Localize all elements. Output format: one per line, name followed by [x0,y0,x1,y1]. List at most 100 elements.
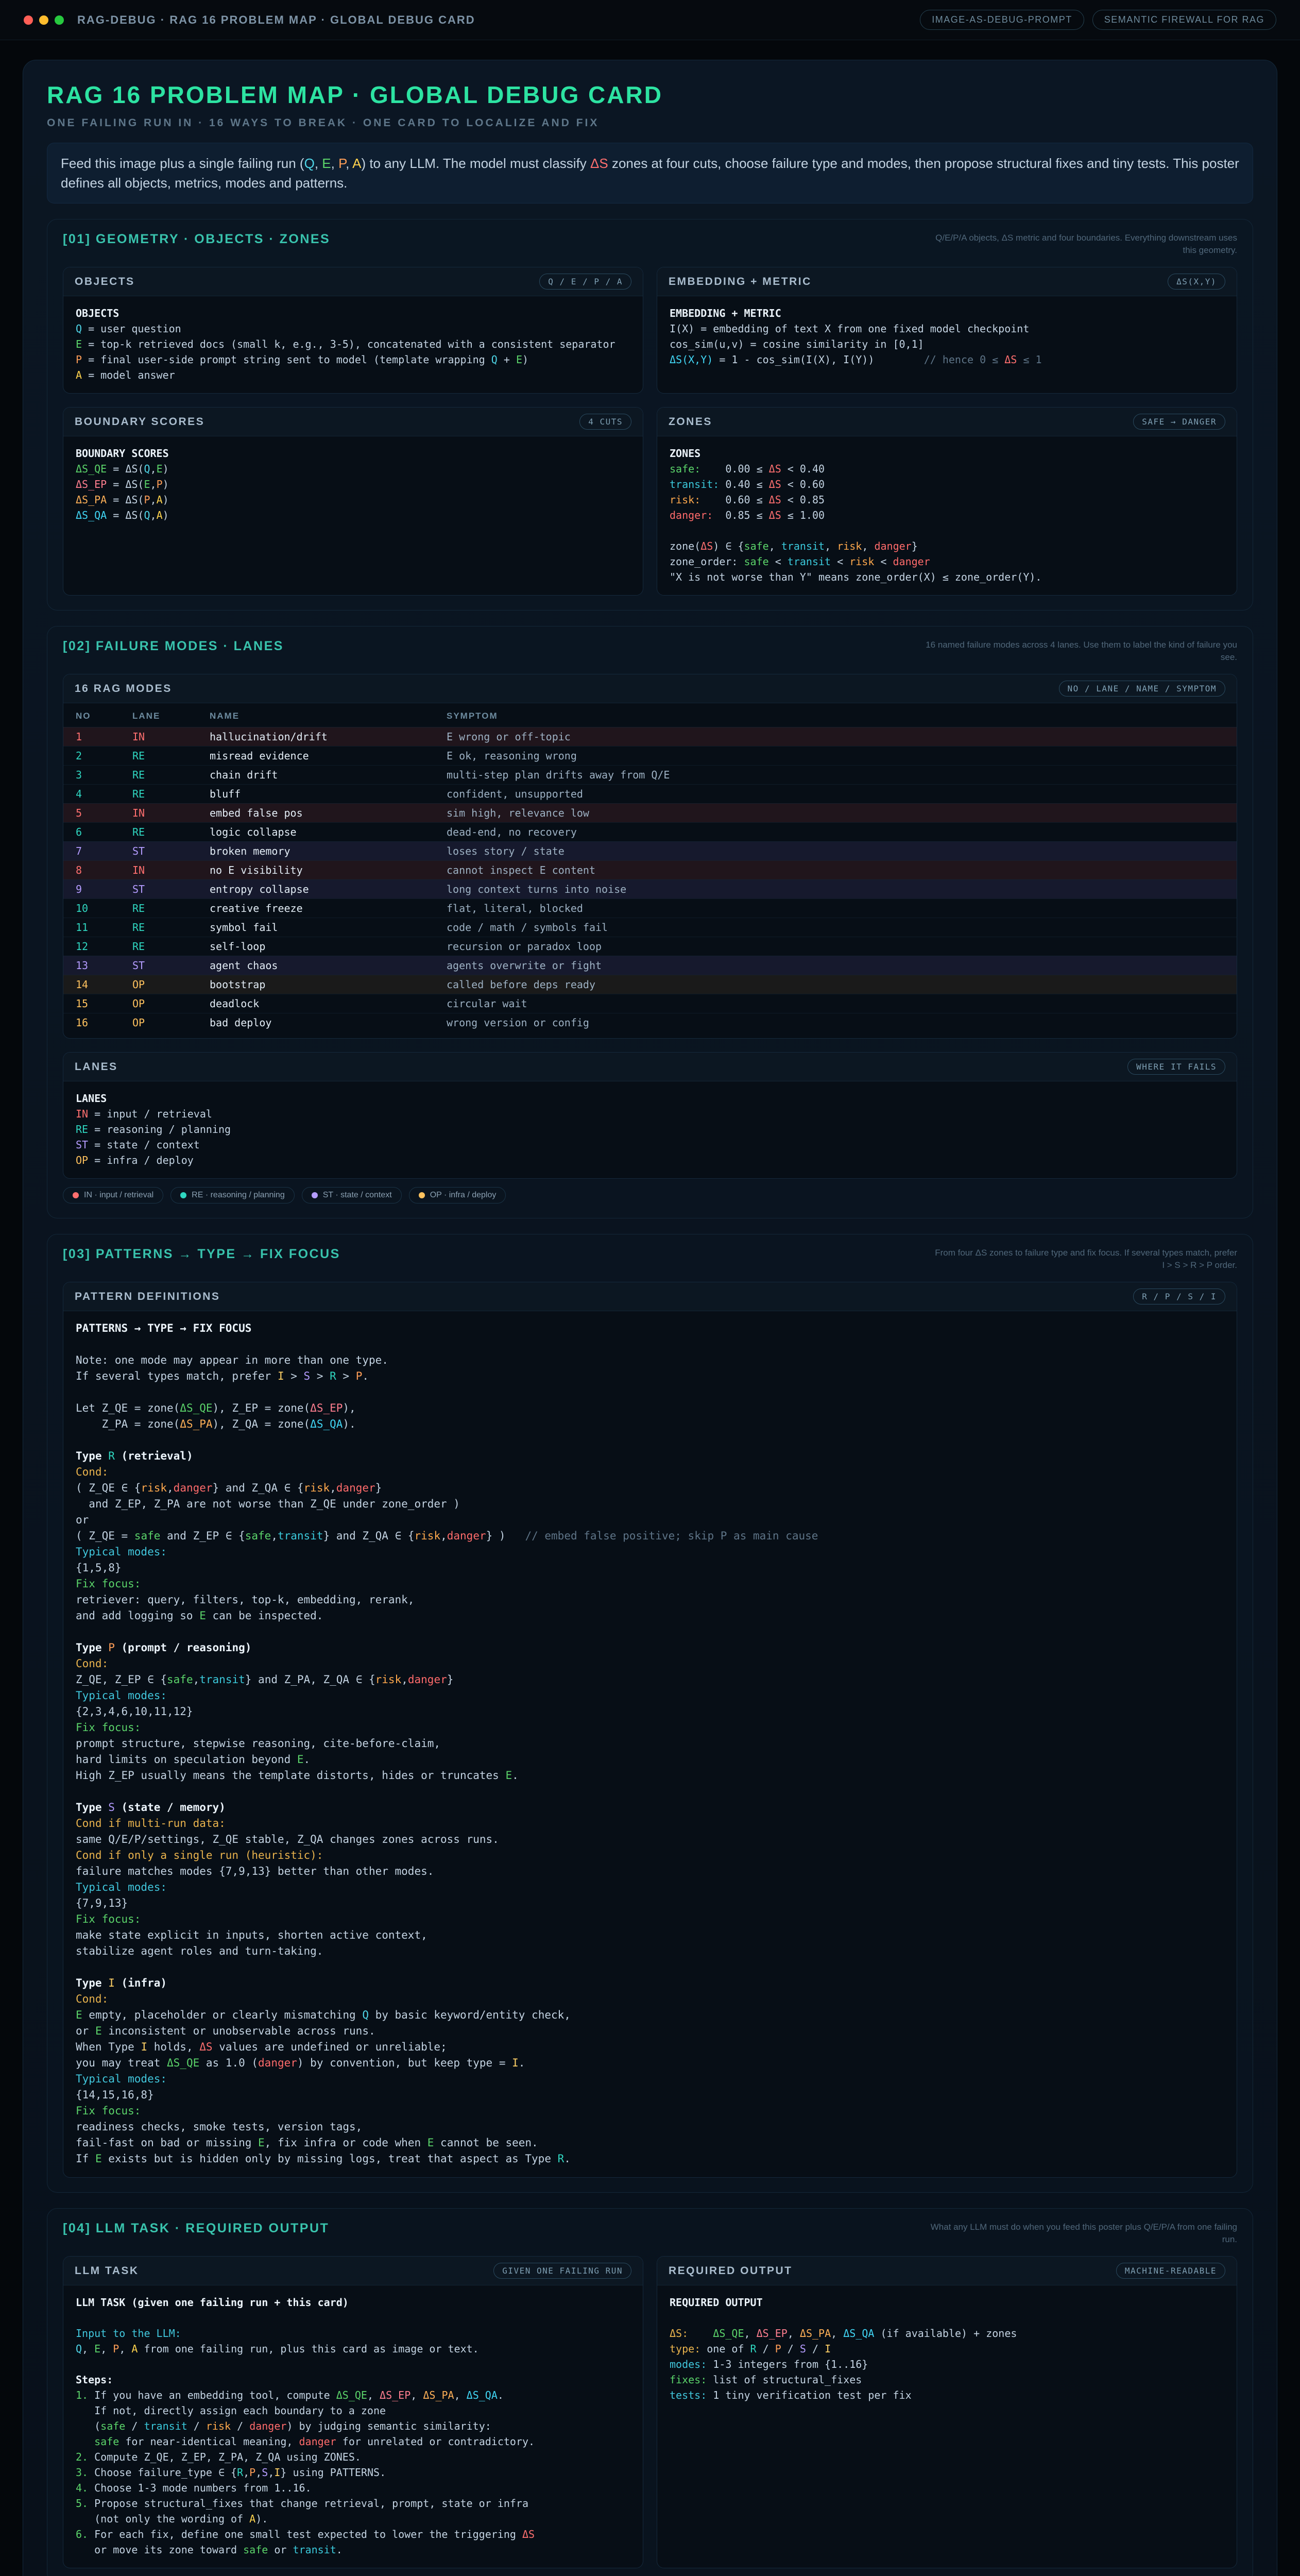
code-line: Type S (state / memory) [76,1800,1224,1816]
panel-badge: R / P / S / I [1133,1289,1225,1304]
table-cell: OP [132,1016,210,1029]
panel-header: LLM TASK GIVEN ONE FAILING RUN [63,2257,643,2285]
code-line: ( Z_QE = safe and Z_EP ∈ {safe,transit} … [76,1528,1224,1544]
table-cell: RE [132,769,210,781]
window-minimize-icon[interactable] [39,15,48,25]
table-cell: E ok, reasoning wrong [447,750,1224,762]
table-row: 2REmisread evidenceE ok, reasoning wrong [63,746,1237,765]
code-line: PATTERNS → TYPE → FIX FOCUS [76,1320,1224,1336]
code-line: Note: one mode may appear in more than o… [76,1352,1224,1368]
lane-legend-label: IN · input / retrieval [84,1191,153,1200]
code-line: Type R (retrieval) [76,1448,1224,1464]
table-cell: bluff [210,788,447,800]
window-close-icon[interactable] [24,15,33,25]
code-line: Cond if multi-run data: [76,1816,1224,1832]
code-line: Fix focus: [76,1576,1224,1592]
code-line: EMBEDDING + METRIC [670,306,1224,321]
table-header-row: NOLANENAMESYMPTOM [63,705,1237,727]
table-cell: 16 [76,1016,132,1029]
code-line: transit: 0.40 ≤ ΔS < 0.60 [670,477,1224,492]
table-cell: 12 [76,940,132,953]
zones-panel: ZONES SAFE → DANGER ZONESsafe: 0.00 ≤ ΔS… [657,407,1237,596]
code-line: RE = reasoning / planning [76,1122,1224,1137]
table-cell: creative freeze [210,902,447,914]
code-line: A = model answer [76,367,630,383]
code-line: stabilize agent roles and turn-taking. [76,1943,1224,1959]
code-line: Let Z_QE = zone(ΔS_QE), Z_EP = zone(ΔS_E… [76,1400,1224,1416]
panel-badge: NO / LANE / NAME / SYMPTOM [1059,681,1225,697]
table-cell: confident, unsupported [447,788,1224,800]
code-line [670,523,1224,538]
code-line: failure matches modes {7,9,13} better th… [76,1863,1224,1879]
code-line: Z_PA = zone(ΔS_PA), Z_QA = zone(ΔS_QA). [76,1416,1224,1432]
table-row: 3REchain driftmulti-step plan drifts awa… [63,765,1237,784]
code-line: ( Z_QE ∈ {risk,danger} and Z_QA ∈ {risk,… [76,1480,1224,1496]
lane-legend-chip: ST · state / context [302,1187,402,1204]
window-controls [24,15,64,25]
table-row: 16OPbad deploywrong version or config [63,1013,1237,1032]
rag-modes-panel: 16 RAG MODES NO / LANE / NAME / SYMPTOM … [63,674,1237,1039]
table-cell: ST [132,845,210,857]
window-maximize-icon[interactable] [55,15,64,25]
panel-title: BOUNDARY SCORES [75,416,204,428]
code-line: If not, directly assign each boundary to… [76,2403,630,2418]
code-line: Steps: [76,2372,630,2387]
code-line: Cond: [76,1656,1224,1672]
code-line: cos_sim(u,v) = cosine similarity in [0,1… [670,336,1224,352]
code-line: OBJECTS [76,306,630,321]
panel-header: REQUIRED OUTPUT MACHINE-READABLE [657,2257,1237,2285]
table-cell: agents overwrite or fight [447,959,1224,972]
panel-badge: WHERE IT FAILS [1127,1059,1225,1075]
table-cell: RE [132,940,210,953]
table-cell: called before deps ready [447,978,1224,991]
section-header: [03] PATTERNS → TYPE → FIX FOCUS From fo… [63,1247,1237,1272]
table-cell: loses story / state [447,845,1224,857]
lane-legend-chip: RE · reasoning / planning [170,1187,295,1204]
code-line: make state explicit in inputs, shorten a… [76,1927,1224,1943]
panel-title: 16 RAG MODES [75,683,172,695]
llm-task-panel: LLM TASK GIVEN ONE FAILING RUN LLM TASK … [63,2256,643,2568]
pattern-definitions-panel: PATTERN DEFINITIONS R / P / S / I PATTER… [63,1282,1237,2178]
code-line: type: one of R / P / S / I [670,2341,1224,2357]
table-row: 11REsymbol failcode / math / symbols fai… [63,918,1237,937]
code-line: zone(ΔS) ∈ {safe, transit, risk, danger} [670,538,1224,554]
code-line: High Z_EP usually means the template dis… [76,1768,1224,1784]
panel-title: PATTERN DEFINITIONS [75,1291,220,1303]
code-line: I(X) = embedding of text X from one fixe… [670,321,1224,336]
objects-panel: OBJECTS Q / E / P / A OBJECTSQ = user qu… [63,267,643,394]
column-header: LANE [132,711,210,721]
panel-badge: ΔS(X,Y) [1168,274,1225,290]
table-cell: IN [132,731,210,743]
code-line: Feed this image plus a single failing ru… [61,154,1239,193]
table-cell: recursion or paradox loop [447,940,1224,953]
code-line: Typical modes: [76,2071,1224,2087]
table-row: 6RElogic collapsedead-end, no recovery [63,822,1237,841]
code-line: 5. Propose structural_fixes that change … [76,2496,630,2511]
table-cell: flat, literal, blocked [447,902,1224,914]
code-line: LANES [76,1091,1224,1106]
table-row: 9STentropy collapselong context turns in… [63,879,1237,899]
code-line: REQUIRED OUTPUT [670,2295,1224,2310]
section-note: What any LLM must do when you feed this … [931,2221,1237,2246]
table-cell: circular wait [447,997,1224,1010]
table-cell: OP [132,978,210,991]
boundary-content: BOUNDARY SCORESΔS_QE = ΔS(Q,E)ΔS_EP = ΔS… [63,436,643,595]
patterns-content: PATTERNS → TYPE → FIX FOCUS Note: one mo… [63,1311,1237,2177]
table-cell: broken memory [210,845,447,857]
code-line: or E inconsistent or unobservable across… [76,2023,1224,2039]
table-row: 8INno E visibilitycannot inspect E conte… [63,860,1237,879]
table-row: 15OPdeadlockcircular wait [63,994,1237,1013]
window-title: RAG-DEBUG · RAG 16 PROBLEM MAP · GLOBAL … [77,13,475,27]
code-line [76,2310,630,2326]
boundary-scores-panel: BOUNDARY SCORES 4 CUTS BOUNDARY SCORESΔS… [63,407,643,596]
panel-header: EMBEDDING + METRIC ΔS(X,Y) [657,267,1237,296]
code-line: ΔS_QE = ΔS(Q,E) [76,461,630,477]
code-line: and add logging so E can be inspected. [76,1608,1224,1624]
code-line: 3. Choose failure_type ∈ {R,P,S,I} using… [76,2465,630,2480]
code-line: ΔS_EP = ΔS(E,P) [76,477,630,492]
code-line [76,1784,1224,1800]
code-line: Type P (prompt / reasoning) [76,1640,1224,1656]
code-line: 6. For each fix, define one small test e… [76,2527,630,2542]
table-cell: RE [132,902,210,914]
code-line: ST = state / context [76,1137,1224,1153]
